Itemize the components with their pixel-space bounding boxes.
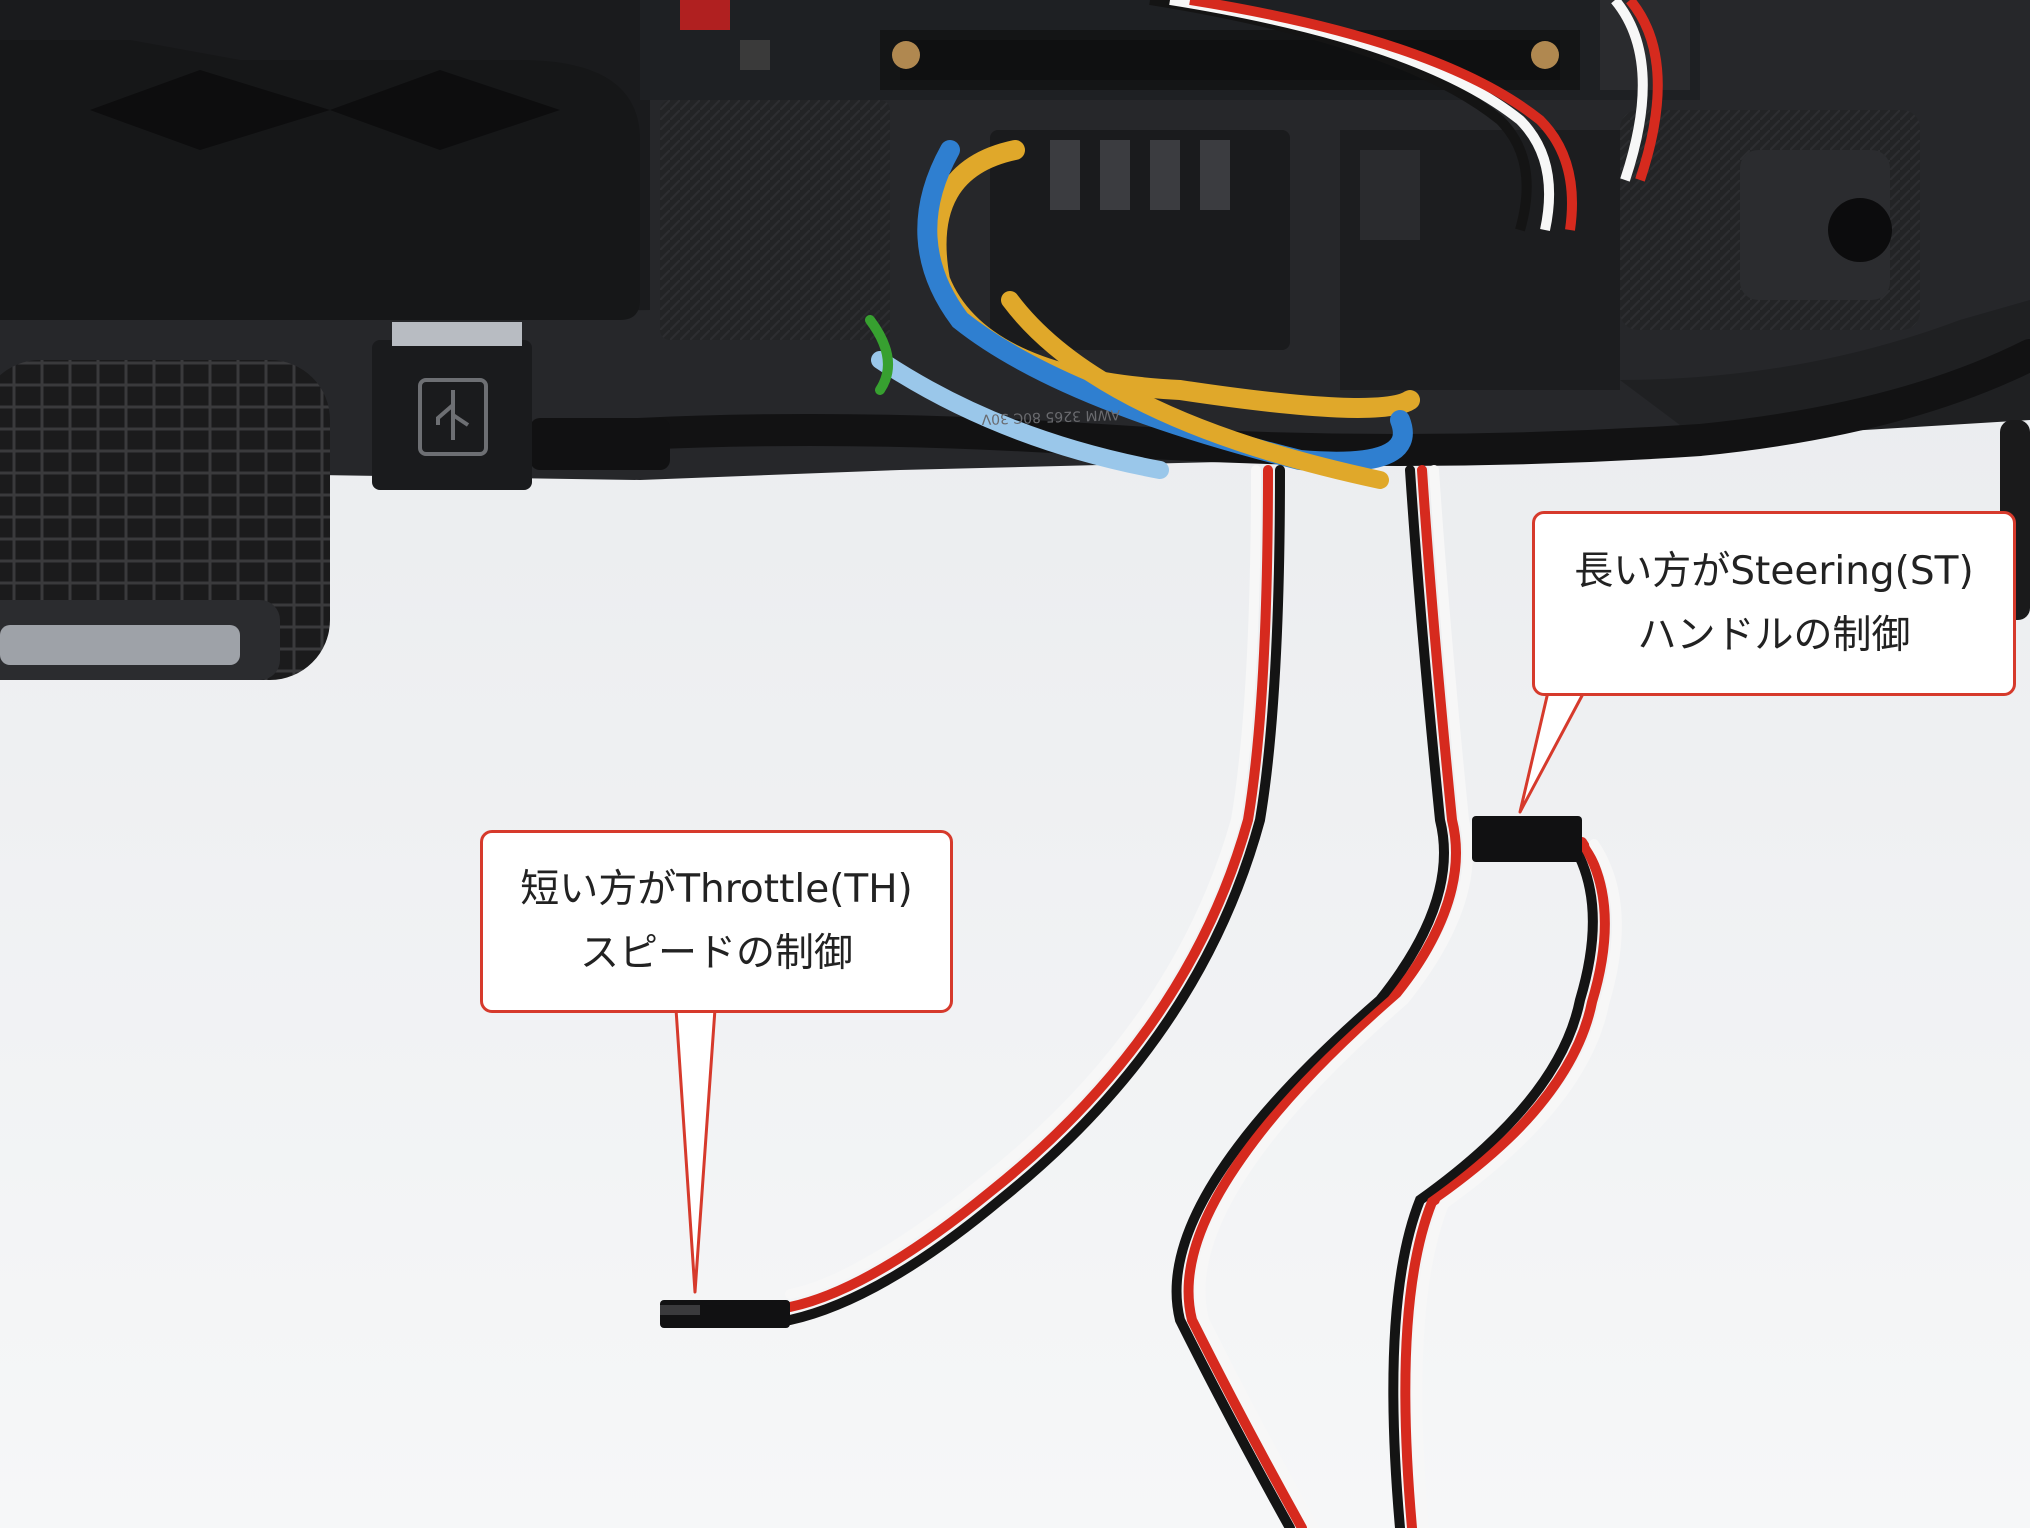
throttle-callout: 短い方がThrottle(TH) スピードの制御 bbox=[480, 830, 953, 1013]
front-wheel bbox=[0, 360, 330, 680]
photo-stage: 長い方がSteering(ST) ハンドルの制御 短い方がThrottle(TH… bbox=[0, 0, 2030, 1528]
steering-callout-line2: ハンドルの制御 bbox=[1637, 612, 1911, 658]
battery-cover bbox=[0, 40, 640, 320]
steering-callout-line1: 長い方がSteering(ST) bbox=[1574, 548, 1974, 594]
throttle-callout-line1: 短い方がThrottle(TH) bbox=[520, 866, 913, 912]
rc-car-photo bbox=[0, 0, 2030, 1528]
throttle-callout-line2: スピードの制御 bbox=[579, 930, 853, 976]
steering-callout: 長い方がSteering(ST) ハンドルの制御 bbox=[1532, 511, 2016, 696]
